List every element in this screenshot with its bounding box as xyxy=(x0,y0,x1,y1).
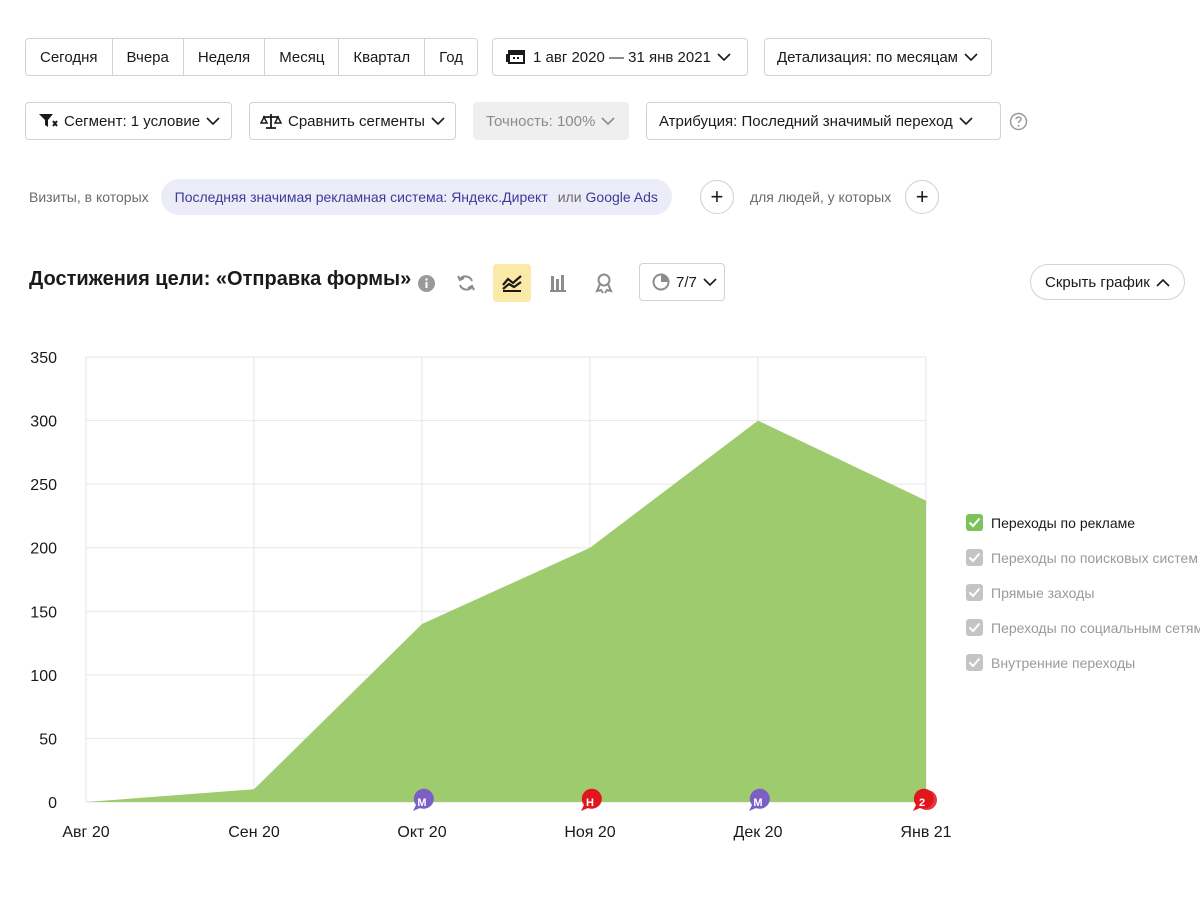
chevron-down-icon xyxy=(964,52,978,62)
period-year-button[interactable]: Год xyxy=(425,39,478,75)
x-tick-label: Сен 20 xyxy=(228,824,280,841)
area-chart-icon[interactable] xyxy=(493,264,531,302)
legend-item[interactable]: Переходы по социальным сетям xyxy=(966,610,1200,645)
filter-chip-second: Google Ads xyxy=(585,189,658,205)
period-today-button[interactable]: Сегодня xyxy=(26,39,113,75)
date-range-button[interactable]: 1 авг 2020 — 31 янв 2021 xyxy=(492,38,748,76)
legend-label: Внутренние переходы xyxy=(991,654,1136,671)
chevron-down-icon xyxy=(206,116,220,126)
hide-chart-button[interactable]: Скрыть график xyxy=(1030,264,1185,300)
legend-item[interactable]: Переходы по рекламе xyxy=(966,505,1200,540)
checkbox-checked-icon[interactable] xyxy=(966,619,983,636)
compare-segments-dropdown[interactable]: Сравнить сегменты xyxy=(249,102,456,140)
add-people-condition-button[interactable]: + xyxy=(905,180,940,214)
annotation-marker-label: M xyxy=(753,797,762,809)
period-week-button[interactable]: Неделя xyxy=(183,39,266,75)
filter-chip-or: или xyxy=(557,189,582,205)
period-month-button[interactable]: Месяц xyxy=(265,39,340,75)
calendar-icon xyxy=(505,48,527,66)
add-condition-button[interactable]: + xyxy=(699,180,734,214)
chevron-down-icon xyxy=(703,277,717,287)
checkbox-checked-icon[interactable] xyxy=(966,584,983,601)
detail-label: Детализация: по месяцам xyxy=(777,48,958,66)
help-icon[interactable] xyxy=(1009,112,1028,136)
y-tick-label: 350 xyxy=(30,350,57,367)
page-title: Достижения цели: «Отправка формы» xyxy=(29,268,412,290)
accuracy-dropdown[interactable]: Точность: 100% xyxy=(473,102,629,140)
y-tick-label: 100 xyxy=(30,668,57,685)
filter-chip-main: Последняя значимая рекламная система: Ян… xyxy=(174,189,548,205)
period-yesterday-button[interactable]: Вчера xyxy=(112,39,184,75)
refresh-icon[interactable] xyxy=(447,264,485,302)
info-icon[interactable] xyxy=(407,264,445,302)
detail-dropdown[interactable]: Детализация: по месяцам xyxy=(764,38,992,76)
filter-people-label: для людей, у которых xyxy=(749,189,892,205)
legend-label: Переходы по рекламе xyxy=(991,514,1136,531)
y-tick-label: 150 xyxy=(30,604,57,621)
segment-filter-row: Визиты, в которых Последняя значимая рек… xyxy=(29,178,940,216)
y-tick-label: 250 xyxy=(30,477,57,494)
pie-icon xyxy=(652,273,670,291)
filter-icon xyxy=(38,113,58,129)
x-tick-label: Ноя 20 xyxy=(564,824,615,841)
y-tick-label: 50 xyxy=(39,731,57,748)
chevron-down-icon xyxy=(431,116,445,126)
filter-chip[interactable]: Последняя значимая рекламная система: Ян… xyxy=(160,179,672,215)
segment-dropdown[interactable]: Сегмент: 1 условие xyxy=(25,102,232,140)
hide-chart-label: Скрыть график xyxy=(1045,273,1150,291)
scales-icon xyxy=(260,112,282,130)
bar-chart-icon[interactable] xyxy=(539,264,577,302)
legend-label: Переходы по социальным сетям xyxy=(991,619,1200,636)
x-tick-label: Дек 20 xyxy=(734,824,783,841)
legend-item[interactable]: Переходы по поисковых систем xyxy=(966,540,1200,575)
date-range-label: 1 авг 2020 — 31 янв 2021 xyxy=(533,48,711,66)
chevron-down-icon xyxy=(601,116,615,126)
checkbox-checked-icon[interactable] xyxy=(966,549,983,566)
accuracy-label: Точность: 100% xyxy=(486,112,596,130)
y-tick-label: 0 xyxy=(48,795,57,812)
legend-item[interactable]: Внутренние переходы xyxy=(966,645,1200,680)
legend-item[interactable]: Прямые заходы xyxy=(966,575,1200,610)
x-tick-label: Янв 21 xyxy=(900,824,951,841)
chevron-down-icon xyxy=(959,116,973,126)
segment-label: Сегмент: 1 условие xyxy=(64,112,201,130)
filter-prefix: Визиты, в которых xyxy=(29,189,149,205)
y-tick-label: 300 xyxy=(30,414,57,431)
chart-legend: Переходы по рекламе Переходы по поисковых… xyxy=(966,505,1200,680)
x-tick-label: Окт 20 xyxy=(397,824,446,841)
area-chart: 0 50 100 150 200 250 300 350 Авг 20 Сен 20 Окт 20 Н… xyxy=(30,350,951,841)
compare-label: Сравнить сегменты xyxy=(288,112,425,130)
series-selector-dropdown[interactable]: 7/7 xyxy=(639,263,725,301)
series-count: 7/7 xyxy=(676,273,697,291)
annotation-marker-label: M xyxy=(417,797,426,809)
period-quarter-button[interactable]: Квартал xyxy=(339,39,426,75)
y-tick-label: 200 xyxy=(30,541,57,558)
chevron-up-icon xyxy=(1156,278,1170,287)
legend-label: Прямые заходы xyxy=(991,584,1095,601)
annotation-marker-label: Н xyxy=(586,797,594,809)
period-selector: Сегодня Вчера Неделя Месяц Квартал Год xyxy=(25,38,479,76)
annotation-marker-label: 2 xyxy=(919,797,925,809)
award-icon[interactable] xyxy=(585,264,623,302)
legend-label: Переходы по поисковых систем xyxy=(991,549,1198,566)
attribution-label: Атрибуция: Последний значимый переход xyxy=(659,112,953,130)
checkbox-checked-icon[interactable] xyxy=(966,654,983,671)
chevron-down-icon xyxy=(717,52,731,62)
attribution-dropdown[interactable]: Атрибуция: Последний значимый переход xyxy=(646,102,1001,140)
checkbox-checked-icon[interactable] xyxy=(966,514,983,531)
x-tick-label: Авг 20 xyxy=(62,824,109,841)
